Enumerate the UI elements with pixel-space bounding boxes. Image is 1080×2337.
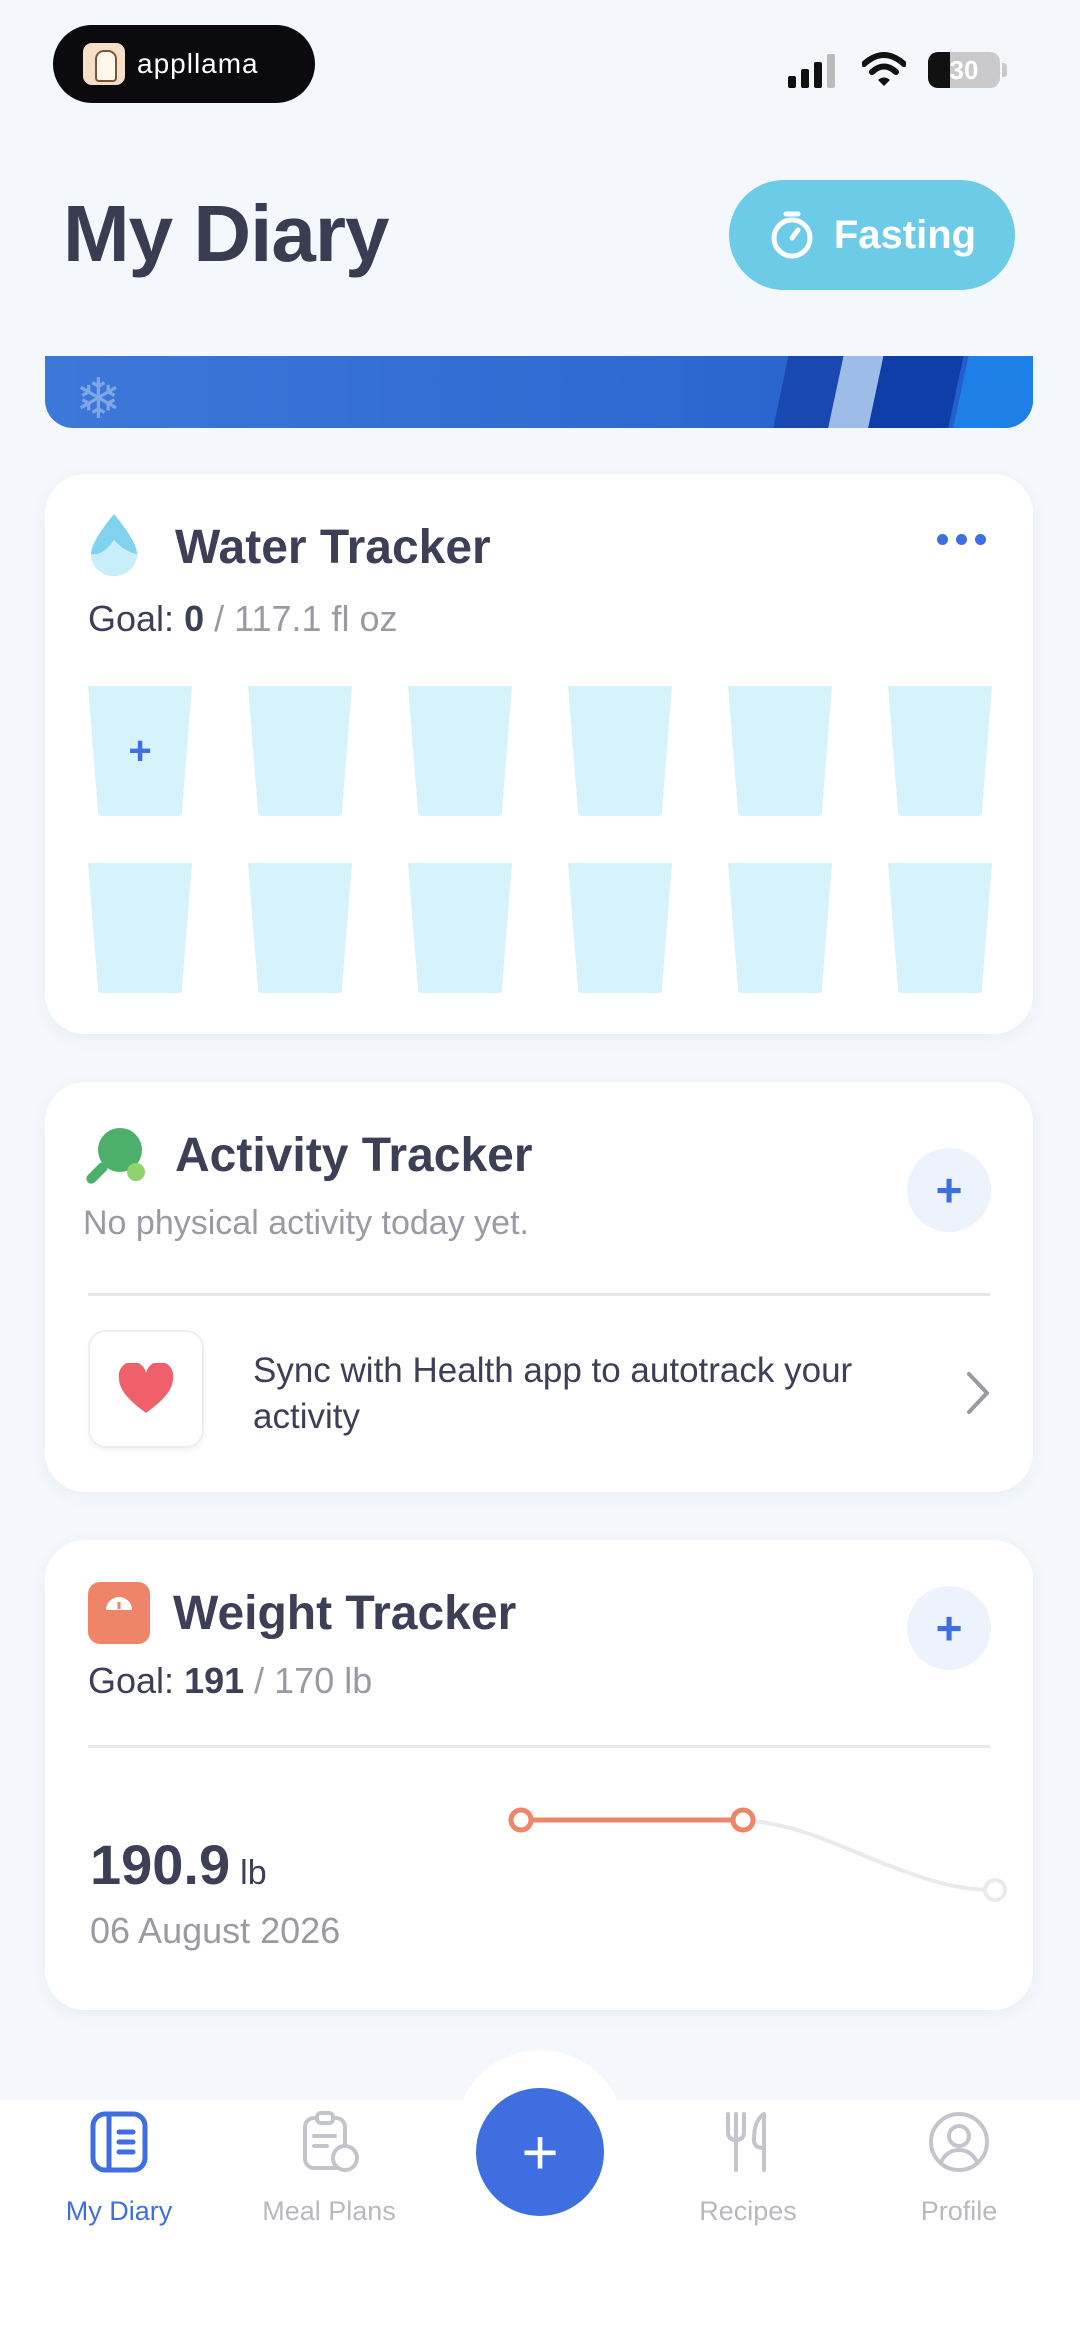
divider: [88, 1745, 990, 1748]
nav-my-diary-label: My Diary: [65, 2196, 173, 2226]
water-glass[interactable]: [888, 686, 992, 816]
weight-value: 190.9: [90, 1833, 231, 1896]
fasting-label: Fasting: [833, 212, 977, 257]
activity-tracker-title: Activity Tracker: [175, 1129, 533, 1182]
nav-meal-plans-label: Meal Plans: [262, 2196, 396, 2226]
heart-icon: [118, 1363, 174, 1413]
profile-icon: [929, 2112, 989, 2172]
battery-cap: [1002, 63, 1007, 77]
wifi-icon: [862, 52, 906, 86]
sync-health-text: Sync with Health app to autotrack your a…: [253, 1351, 853, 1436]
water-goal: Goal: 0 / 117.1 fl oz: [88, 598, 398, 640]
water-tracker-card: Water Tracker Goal: 0 / 117.1 fl oz +: [45, 474, 1033, 1034]
water-glass[interactable]: [888, 863, 992, 993]
weight-tracker-title: Weight Tracker: [173, 1587, 517, 1640]
weight-point: [730, 1807, 756, 1833]
cellular-signal-icon: [788, 52, 835, 88]
weight-goal: Goal: 191 / 170 lb: [88, 1660, 372, 1702]
water-glass[interactable]: [728, 863, 832, 993]
water-goal-label: Goal:: [88, 598, 175, 639]
page-title: My Diary: [63, 189, 389, 278]
weight-trend-chart: [508, 1807, 1007, 1902]
weight-tracker-card: Weight Tracker + Goal: 191 / 170 lb 190.…: [45, 1540, 1033, 2010]
water-tracker-title: Water Tracker: [175, 521, 491, 574]
weight-trend-projection: [742, 1818, 996, 1892]
weight-goal-point: [983, 1878, 1007, 1902]
water-drop-icon: [91, 514, 137, 576]
more-options-button[interactable]: [937, 534, 986, 545]
water-glass[interactable]: [248, 863, 352, 993]
app-pill[interactable]: appllama: [53, 25, 315, 103]
water-glass[interactable]: [248, 686, 352, 816]
weight-goal-target: / 170 lb: [254, 1660, 373, 1701]
current-weight: 190.9 lb: [90, 1832, 267, 1897]
water-glass[interactable]: [88, 863, 192, 993]
weight-point: [508, 1807, 534, 1833]
add-weight-button[interactable]: +: [907, 1586, 991, 1670]
water-goal-target: / 117.1 fl oz: [214, 598, 398, 639]
scale-icon: [88, 1582, 150, 1644]
battery-icon: 30: [928, 52, 1000, 88]
recipes-icon: [726, 2112, 766, 2172]
nav-recipes[interactable]: Recipes: [648, 2110, 848, 2240]
snowflake-icon: ❄: [75, 367, 122, 428]
sync-health-row[interactable]: Sync with Health app to autotrack your a…: [88, 1330, 990, 1460]
water-glass[interactable]: [408, 686, 512, 816]
ping-pong-paddle-icon: [86, 1128, 145, 1184]
fasting-button[interactable]: Fasting: [729, 180, 1015, 290]
divider: [88, 1293, 990, 1296]
diary-icon: [90, 2111, 148, 2173]
water-glass[interactable]: [408, 863, 512, 993]
app-pill-label: appllama: [137, 48, 259, 79]
water-glass[interactable]: [728, 686, 832, 816]
activity-tracker-card: Activity Tracker No physical activity to…: [45, 1082, 1033, 1492]
nav-my-diary[interactable]: My Diary: [19, 2110, 219, 2240]
stopwatch-icon: [771, 211, 813, 259]
water-glass[interactable]: [568, 863, 672, 993]
weight-goal-label: Goal:: [88, 1660, 175, 1701]
appllama-logo-icon: [83, 43, 125, 85]
weight-date: 06 August 2026: [90, 1910, 341, 1951]
nav-profile-label: Profile: [920, 2196, 998, 2226]
add-activity-button[interactable]: +: [907, 1148, 991, 1232]
nav-profile[interactable]: Profile: [859, 2110, 1059, 2240]
activity-subtitle: No physical activity today yet.: [83, 1204, 529, 1242]
add-water-glass[interactable]: +: [88, 686, 192, 816]
chevron-right-icon: [967, 1372, 989, 1414]
meal-plans-icon: [303, 2111, 359, 2172]
status-bar: appllama 30: [0, 0, 1080, 120]
health-app-icon: [88, 1330, 204, 1448]
water-glass[interactable]: [568, 686, 672, 816]
battery-level: 30: [949, 54, 979, 85]
weight-unit: lb: [240, 1854, 267, 1892]
nav-meal-plans[interactable]: Meal Plans: [229, 2110, 429, 2240]
promo-banner[interactable]: ❄: [45, 356, 1033, 428]
add-entry-fab[interactable]: +: [476, 2088, 604, 2216]
water-goal-current: 0: [184, 598, 205, 639]
weight-goal-current: 191: [184, 1660, 245, 1701]
nav-recipes-label: Recipes: [699, 2196, 797, 2226]
